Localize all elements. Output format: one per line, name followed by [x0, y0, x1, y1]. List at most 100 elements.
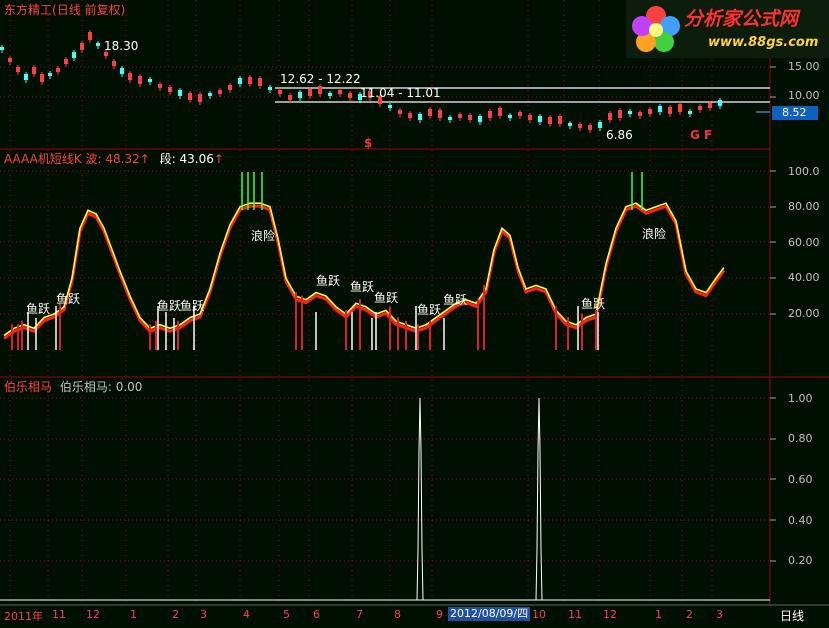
price-candle: [608, 113, 612, 120]
price-candle: [628, 111, 632, 114]
month-tick: 2: [686, 608, 693, 621]
price-candle: [398, 110, 402, 114]
price-candle: [8, 58, 12, 62]
price-candle: [448, 117, 452, 120]
price-axis-label: 15.00: [788, 60, 820, 73]
price-candle: [248, 77, 252, 84]
s-marker: $: [364, 136, 373, 150]
fast-line: [3, 202, 725, 337]
price-candle: [438, 110, 442, 118]
month-tick: 3: [200, 608, 207, 621]
fish-signal-label: 鱼跃: [443, 293, 468, 307]
price-candle: [568, 123, 572, 126]
price-candle: [708, 103, 712, 108]
period-button[interactable]: 日线: [780, 607, 804, 624]
price-candle: [120, 68, 124, 74]
price-candle: [218, 90, 222, 94]
site-logo: 分析家公式网 www.88gs.com: [626, 0, 829, 58]
price-candle: [638, 112, 642, 116]
price-candle: [598, 122, 602, 128]
high-price-label: 18.30: [104, 39, 139, 53]
price-candle: [178, 90, 182, 96]
price-candle: [158, 84, 162, 88]
fish-signal-label: 鱼跃: [26, 302, 51, 316]
stock-name[interactable]: 东方精工(日线 前复权): [4, 3, 125, 17]
price-candle: [278, 90, 282, 94]
range1-label: 12.62 - 12.22: [280, 72, 361, 86]
bole-spike: [535, 397, 543, 601]
price-candle: [648, 109, 652, 114]
price-candle: [238, 78, 242, 84]
price-candle: [528, 115, 532, 120]
wave-up-arrow-icon: ↑: [139, 152, 150, 166]
range2-label: 11.04 - 11.01: [360, 86, 441, 100]
logo-title: 分析家公式网: [684, 8, 799, 30]
bole-title[interactable]: 伯乐相马 伯乐相马: 0.00: [4, 380, 142, 394]
year-label: 2011年: [4, 610, 43, 623]
price-candle: [0, 47, 4, 50]
price-candle: [588, 125, 592, 130]
month-tick: 6: [313, 608, 320, 621]
month-tick: 1: [130, 608, 137, 621]
bole-axis-label: 0.40: [788, 514, 813, 527]
price-candle: [458, 114, 462, 118]
price-candle: [258, 78, 262, 86]
price-candle: [508, 115, 512, 118]
segment-up-arrow-icon: ↑: [213, 152, 224, 166]
price-candle: [72, 52, 76, 58]
price-candle: [318, 86, 322, 94]
price-candle: [698, 106, 702, 110]
price-candle: [338, 90, 342, 94]
price-candle: [268, 87, 272, 90]
indicator-axis-label: 80.00: [788, 200, 820, 213]
indicator-axis-label: 40.00: [788, 271, 820, 284]
price-candle: [188, 93, 192, 100]
price-candle: [688, 111, 692, 114]
month-tick: 2: [172, 608, 179, 621]
price-candle: [678, 104, 682, 112]
month-tick: 12: [603, 608, 617, 621]
price-candle: [138, 76, 142, 84]
price-candle: [64, 59, 68, 64]
indicator-axis-label: 60.00: [788, 236, 820, 249]
month-tick: 7: [356, 608, 363, 621]
bole-axis-label: 0.80: [788, 432, 813, 445]
bole-axis-label: 0.60: [788, 473, 813, 486]
flower-logo-icon: [632, 6, 680, 52]
price-candle: [48, 73, 52, 76]
price-candle: [548, 117, 552, 124]
price-candle: [668, 107, 672, 114]
cursor-date: 2012/08/09/四: [448, 607, 531, 621]
price-candle: [518, 112, 522, 116]
bole-spike: [416, 397, 424, 601]
indicator-axis-label: 20.00: [788, 307, 820, 320]
month-tick: 1: [655, 608, 662, 621]
current-price-tag: 8.52: [772, 106, 818, 120]
price-candle: [56, 68, 60, 72]
month-tick: 11: [52, 608, 66, 621]
month-tick: 9: [436, 608, 443, 621]
bole-axis-label: 0.20: [788, 554, 813, 567]
month-tick: 11: [568, 608, 582, 621]
price-candle: [168, 87, 172, 92]
fish-signal-label: 鱼跃: [180, 299, 205, 313]
price-candle: [308, 89, 312, 96]
indicator-title[interactable]: AAAA机短线K 波: 48.32↑ 段: 43.06↑: [4, 152, 224, 166]
month-tick: 10: [532, 608, 546, 621]
price-candle: [24, 74, 28, 80]
price-candle: [112, 61, 116, 66]
price-candle: [488, 111, 492, 118]
fish-signal-label: 鱼跃: [157, 299, 182, 313]
fish-signal-label: 鱼跃: [581, 297, 606, 311]
price-candle: [148, 79, 152, 82]
bole-name: 伯乐相马: [4, 380, 53, 394]
fish-signal-label: 鱼跃: [350, 280, 375, 294]
indicator-name: AAAA机短线K: [4, 152, 82, 166]
segment-value: 段: 43.06: [159, 152, 214, 166]
indicator-axis-label: 100.0: [788, 165, 820, 178]
price-candle: [32, 67, 36, 74]
price-candle: [408, 113, 412, 118]
price-candle: [558, 116, 562, 124]
logo-url: www.88gs.com: [708, 35, 819, 50]
risk-signal-label: 浪险: [251, 229, 276, 243]
